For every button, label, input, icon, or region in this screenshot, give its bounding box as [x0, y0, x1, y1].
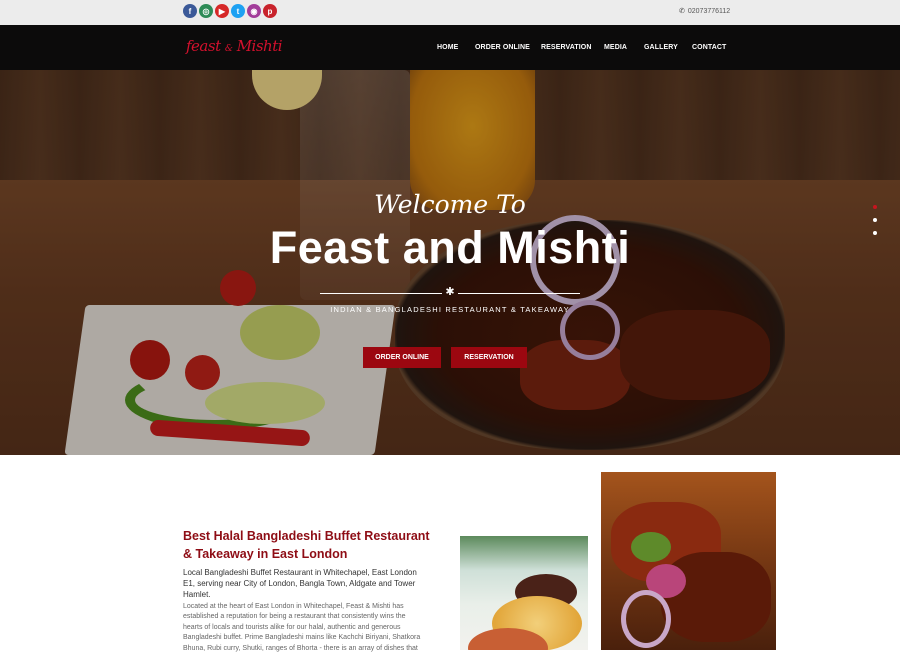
social-links: f ◎ ▶ t ◉ p	[183, 4, 277, 18]
nav-item-media[interactable]: MEDIA	[604, 44, 627, 51]
main-nav: feast & Mishti HOME ORDER ONLINE RESERVA…	[0, 25, 900, 70]
slider-dots	[873, 205, 877, 235]
nav-item-home[interactable]: HOME	[437, 44, 458, 51]
phone-icon: ✆	[679, 8, 685, 15]
hero-divider: ✱	[320, 286, 580, 299]
nav-item-reservation[interactable]: RESERVATION	[541, 44, 592, 51]
hero-subtitle: INDIAN & BANGLADESHI RESTAURANT & TAKEAW…	[330, 305, 570, 314]
grill-herb	[631, 532, 671, 562]
intro-paragraph-2: Located at the heart of East London in W…	[183, 603, 421, 652]
slider-dot-3[interactable]	[873, 231, 877, 235]
divider-line-right	[458, 293, 580, 294]
reservation-button[interactable]: RESERVATION	[451, 347, 527, 368]
nav-menu: HOME ORDER ONLINE RESERVATION MEDIA GALL…	[0, 44, 900, 54]
grill-meat	[661, 552, 771, 642]
instagram-icon[interactable]: ◉	[247, 4, 261, 18]
facebook-icon[interactable]: f	[183, 4, 197, 18]
divider-line-left	[320, 293, 442, 294]
nav-item-gallery[interactable]: GALLERY	[644, 44, 678, 51]
order-online-button[interactable]: ORDER ONLINE	[363, 347, 441, 368]
intro-heading: Best Halal Bangladeshi Buffet Restaurant…	[183, 529, 430, 561]
tripadvisor-icon[interactable]: ◎	[199, 4, 213, 18]
pinterest-icon[interactable]: p	[263, 4, 277, 18]
hero-title: Feast and Mishti	[269, 222, 631, 273]
hero-welcome: Welcome To	[374, 190, 526, 219]
nav-item-contact[interactable]: CONTACT	[692, 44, 726, 51]
intro-paragraph-1: Local Bangladeshi Buffet Restaurant in W…	[183, 568, 417, 599]
star-icon: ✱	[445, 286, 455, 298]
phone-number[interactable]: ✆ 02073776112	[679, 7, 731, 16]
grill-image	[601, 472, 776, 650]
twitter-icon[interactable]: t	[231, 4, 245, 18]
slider-dot-2[interactable]	[873, 218, 877, 222]
grill-onion-ring	[621, 590, 671, 648]
hero-banner: Welcome To Feast and Mishti ✱ INDIAN & B…	[0, 70, 900, 455]
slider-dot-1[interactable]	[873, 205, 877, 209]
sweets-image	[460, 536, 588, 650]
top-bar: f ◎ ▶ t ◉ p ✆ 02073776112	[0, 0, 900, 25]
nav-item-order-online[interactable]: ORDER ONLINE	[475, 44, 530, 51]
youtube-icon[interactable]: ▶	[215, 4, 229, 18]
phone-text: 02073776112	[687, 7, 731, 15]
